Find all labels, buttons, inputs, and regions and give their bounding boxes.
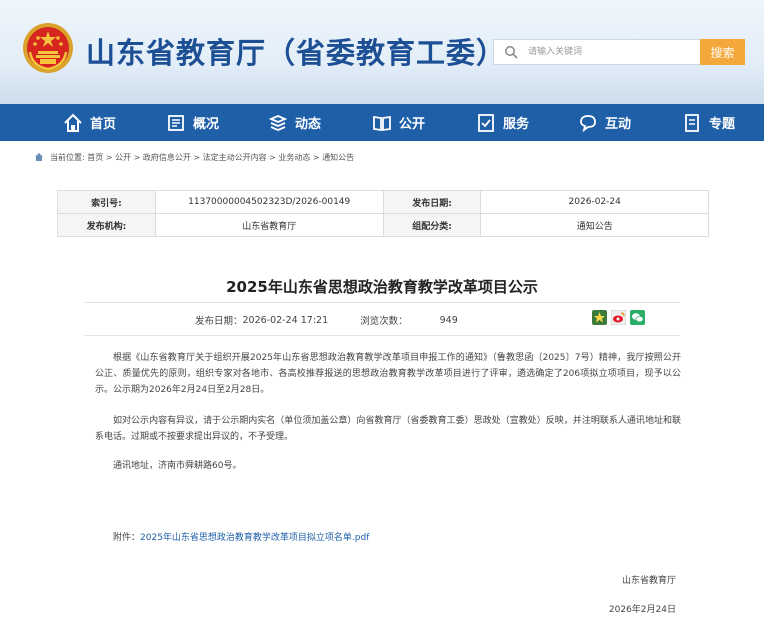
org-value: 山东省教育厅 — [154, 213, 384, 237]
overview-icon — [168, 114, 184, 131]
favorite-star-icon[interactable] — [592, 310, 607, 325]
nav-item-overview[interactable]: 概况 — [166, 104, 219, 141]
breadcrumb: 当前位置: 首页 > 公开 > 政府信息公开 > 法定主动公开内容 > 业务动态… — [34, 150, 354, 164]
article-paragraph: 通讯地址，济南市舜耕路60号。 — [113, 461, 242, 471]
nav-item-home[interactable]: 首页 — [63, 104, 116, 141]
nav-label: 概况 — [193, 117, 220, 132]
table-row: 索引号: 11370000004502323D/2026-00149 发布日期:… — [57, 190, 709, 214]
search-box[interactable] — [493, 39, 700, 65]
nav-label: 首页 — [90, 117, 117, 132]
attachment-link[interactable]: 2025年山东省思想政治教育教学改革项目拟立项名单.pdf — [140, 533, 369, 543]
nav-item-interact[interactable]: 互动 — [578, 104, 631, 141]
org-label: 发布机构: — [57, 213, 156, 237]
table-row: 发布机构: 山东省教育厅 组配分类: 通知公告 — [57, 213, 709, 237]
weibo-icon[interactable] — [610, 309, 627, 326]
wechat-icon[interactable] — [630, 310, 645, 325]
search-button[interactable]: 搜索 — [700, 39, 745, 65]
index-value: 11370000004502323D/2026-00149 — [154, 190, 384, 214]
breadcrumb-text[interactable]: 当前位置: 首页 > 公开 > 政府信息公开 > 法定主动公开内容 > 业务动态… — [50, 152, 354, 163]
site-header: 山东省教育厅（省委教育工委） 搜索 — [0, 0, 764, 104]
article-date-label: 发布日期： — [195, 316, 243, 327]
signature-date: 2026年2月24日 — [608, 605, 676, 615]
category-label: 组配分类: — [382, 213, 482, 237]
index-label: 索引号: — [57, 190, 156, 214]
service-icon — [478, 113, 494, 132]
nav-label: 动态 — [295, 117, 322, 132]
news-icon — [268, 114, 288, 131]
article-paragraph: 根据《山东省教育厅关于组织开展2025年山东省思想政治教育教学改革项目申报工作的… — [95, 353, 681, 395]
search-input[interactable] — [526, 46, 686, 58]
nav-item-public[interactable]: 公开 — [372, 104, 425, 141]
nav-label: 公开 — [399, 117, 426, 132]
article-views-value: 949 — [439, 314, 458, 326]
title-divider — [84, 302, 680, 303]
info-divider — [84, 335, 680, 336]
main-nav: 首页 概况 动态 公开 服务 互动 专题 — [0, 104, 764, 141]
meta-info-table: 索引号: 11370000004502323D/2026-00149 发布日期:… — [57, 190, 709, 237]
nav-label: 互动 — [605, 117, 632, 132]
book-icon — [373, 115, 391, 131]
article-views-label: 浏览次数： — [360, 316, 408, 327]
publish-date-label: 发布日期: — [382, 190, 482, 214]
article-paragraph: 如对公示内容有异议，请于公示期内实名（单位须加盖公章）向省教育厅（省委教育工委）… — [95, 416, 681, 442]
article-date-value: 2026-02-24 17:21 — [242, 314, 329, 326]
article-title: 2025年山东省思想政治教育教学改革项目公示 — [226, 278, 538, 296]
nav-item-news[interactable]: 动态 — [268, 104, 321, 141]
signature-org: 山东省教育厅 — [621, 576, 676, 586]
topic-icon — [685, 113, 699, 132]
category-value: 通知公告 — [480, 213, 709, 237]
attachment-label: 附件： — [113, 533, 141, 543]
nav-item-topic[interactable]: 专题 — [682, 104, 735, 141]
nav-label: 服务 — [503, 117, 530, 132]
attachment-line: 附件：2025年山东省思想政治教育教学改革项目拟立项名单.pdf — [95, 530, 369, 543]
share-bar — [592, 309, 645, 326]
site-title[interactable]: 山东省教育厅（省委教育工委） — [86, 30, 506, 72]
home-icon — [64, 113, 82, 132]
breadcrumb-home-icon — [35, 153, 43, 161]
nav-item-service[interactable]: 服务 — [476, 104, 529, 141]
nav-label: 专题 — [709, 117, 736, 132]
national-emblem-icon — [23, 23, 73, 73]
chat-icon — [580, 114, 596, 132]
publish-date-value: 2026-02-24 — [480, 190, 709, 214]
article-info-line: 发布日期： 2026-02-24 17:21 浏览次数： 949 — [195, 313, 458, 328]
search-icon — [505, 46, 518, 59]
